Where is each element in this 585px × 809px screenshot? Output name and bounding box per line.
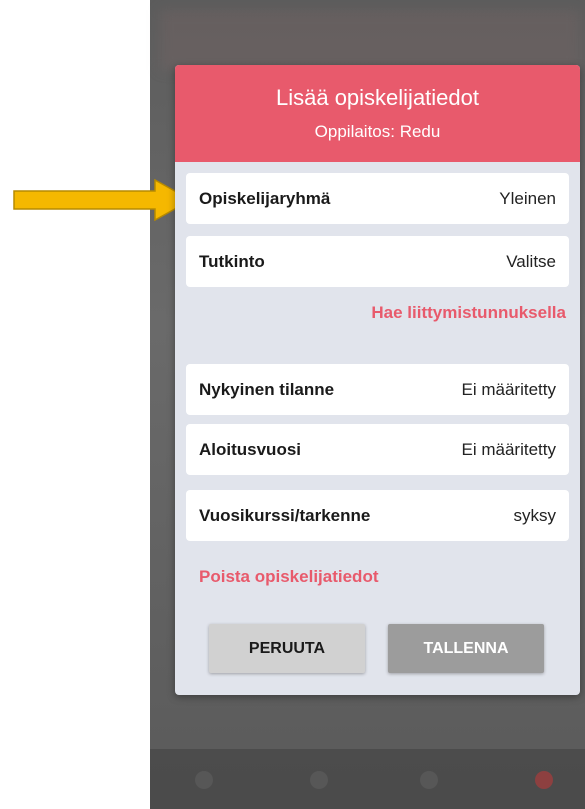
annotation-arrow-icon [13,179,193,221]
row-label: Tutkinto [199,251,265,271]
row-value: Valitse [506,251,556,271]
degree-row[interactable]: Tutkinto Valitse [186,236,569,287]
row-value: Ei määritetty [461,439,556,459]
save-button[interactable]: TALLENNA [388,624,544,673]
row-label: Opiskelijaryhmä [199,188,331,208]
background-header-blur [160,10,580,70]
row-value: Ei määritetty [461,379,556,399]
row-label: Nykyinen tilanne [199,379,335,399]
nav-icon [420,771,438,789]
student-group-row[interactable]: Opiskelijaryhmä Yleinen [186,173,569,224]
add-student-info-dialog: Lisää opiskelijatiedot Oppilaitos: Redu … [175,65,580,695]
start-year-row[interactable]: Aloitusvuosi Ei määritetty [186,424,569,475]
delete-student-info-link[interactable]: Poista opiskelijatiedot [199,567,379,587]
dialog-title: Lisää opiskelijatiedot [275,85,480,110]
current-status-row[interactable]: Nykyinen tilanne Ei määritetty [186,364,569,415]
nav-icon [535,771,553,789]
cancel-button[interactable]: PERUUTA [209,624,365,673]
row-label: Vuosikurssi/tarkenne [199,505,371,525]
background-bottom-nav [150,749,585,809]
dialog-subtitle: Oppilaitos: Redu [314,122,441,141]
year-course-row[interactable]: Vuosikurssi/tarkenne syksy [186,490,569,541]
row-value: syksy [513,505,557,525]
nav-icon [310,771,328,789]
nav-icon [195,771,213,789]
search-by-join-code-link[interactable]: Hae liittymistunnuksella [371,303,566,323]
row-value: Yleinen [499,188,556,208]
dialog-header: Lisää opiskelijatiedot Oppilaitos: Redu [175,65,580,162]
row-label: Aloitusvuosi [199,439,302,459]
